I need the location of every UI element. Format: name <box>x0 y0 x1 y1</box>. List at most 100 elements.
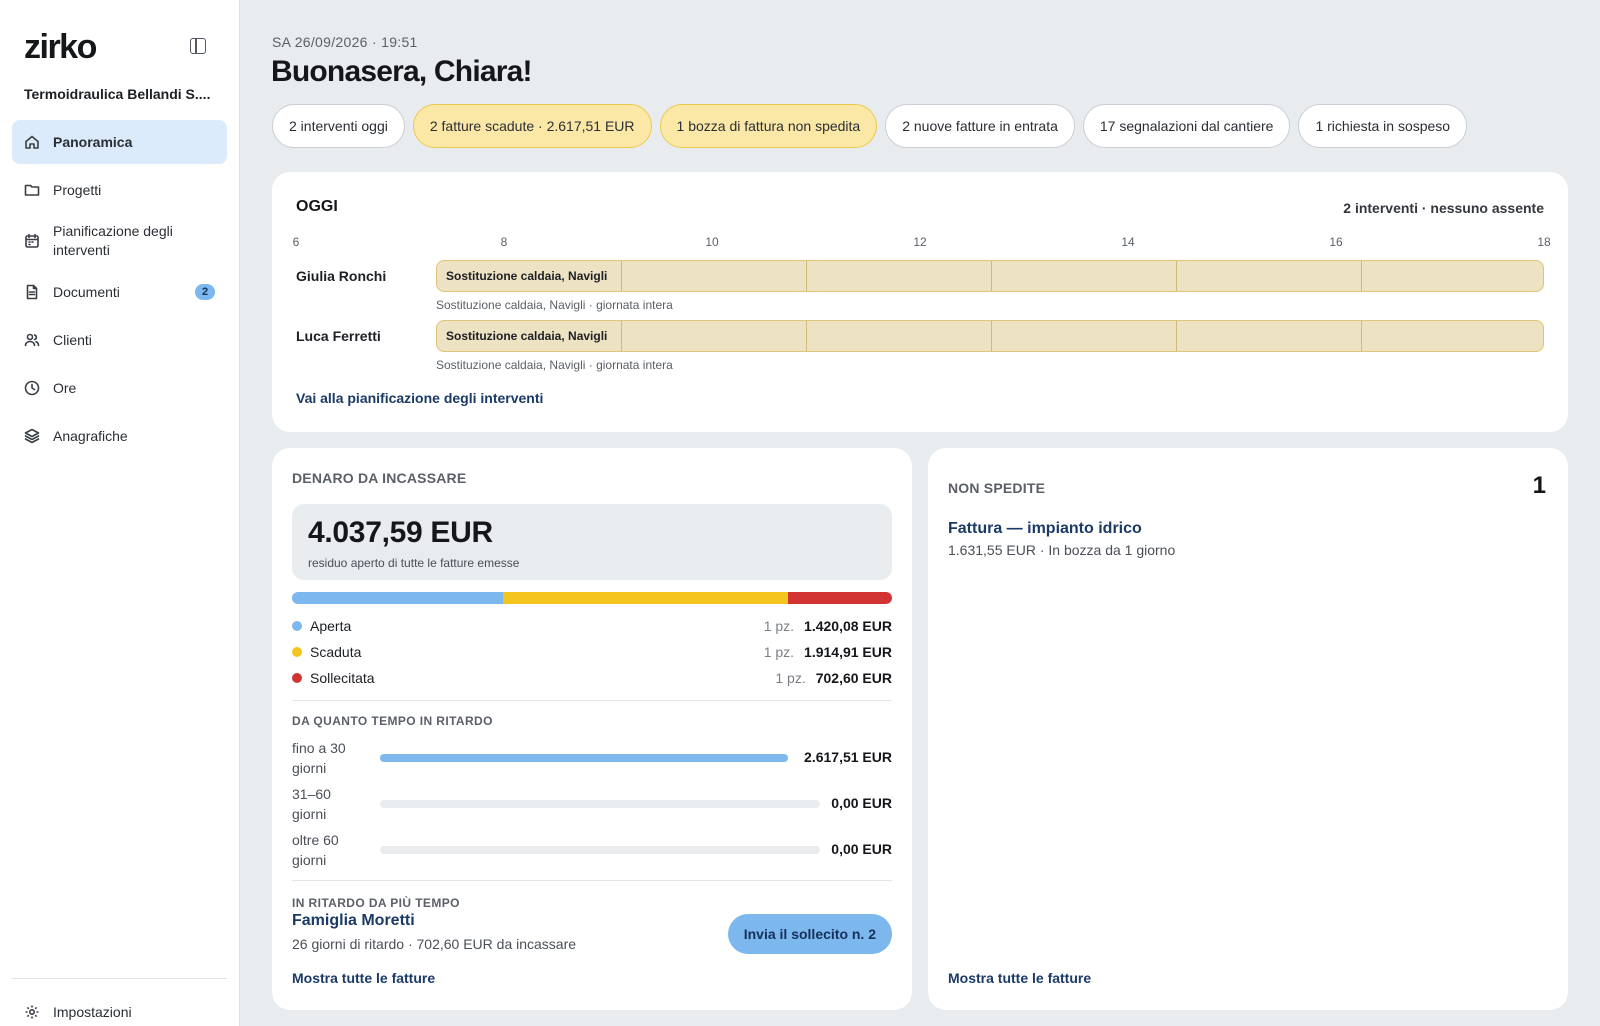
sidebar-item-label: Clienti <box>53 331 92 348</box>
page-title: Buonasera, Chiara! <box>271 55 532 88</box>
layers-icon <box>24 428 40 444</box>
technician-name[interactable]: Giulia Ronchi <box>296 268 386 284</box>
sidebar-item-label: Panoramica <box>53 133 133 150</box>
timeline-divider <box>621 261 622 291</box>
sidebar-item-panoramica[interactable]: Panoramica <box>12 120 227 164</box>
receivables-stacked-bar <box>292 592 892 604</box>
intervention-note: Sostituzione caldaia, Navigli · giornata… <box>436 358 673 372</box>
today-card: OGGI 2 interventi · nessuno assente 6 8 … <box>272 172 1568 432</box>
late-title: IN RITARDO DA PIÙ TEMPO <box>292 896 460 910</box>
invoice-meta: 1.631,55 EUR · In bozza da 1 giorno <box>948 542 1176 558</box>
sidebar-item-label: Impostazioni <box>53 1004 132 1020</box>
sidebar-item-documenti[interactable]: Documenti 2 <box>12 270 227 314</box>
intervention-label: Sostituzione caldaia, Navigli <box>446 329 608 343</box>
chip-bozza-non-spedita[interactable]: 1 bozza di fattura non spedita <box>659 104 878 148</box>
aging-value: 0,00 EUR <box>831 841 892 857</box>
late-client-name[interactable]: Famiglia Moretti <box>292 912 415 930</box>
hour-label: 10 <box>705 235 719 249</box>
sidebar-item-label: Anagrafiche <box>53 427 128 444</box>
aging-label: oltre 60 giorni <box>292 832 339 868</box>
aging-track <box>380 846 820 854</box>
hour-label: 8 <box>500 235 508 249</box>
aging-title: DA QUANTO TEMPO IN RITARDO <box>292 714 493 728</box>
aging-track <box>380 800 820 808</box>
sidebar-item-impostazioni[interactable]: Impostazioni <box>24 1004 132 1020</box>
aging-label: fino a 30 giorni <box>292 740 346 776</box>
today-summary: 2 interventi · nessuno assente <box>1343 200 1544 216</box>
sidebar-item-pianificazione[interactable]: Pianificazione degli interventi <box>12 216 227 266</box>
chip-fatture-in-entrata[interactable]: 2 nuove fatture in entrata <box>885 104 1075 148</box>
intervention-note: Sostituzione caldaia, Navigli · giornata… <box>436 298 673 312</box>
legend-row-aperta[interactable]: Aperta 1 pz. 1.420,08 EUR <box>292 616 892 636</box>
hour-label: 6 <box>292 235 300 249</box>
sidebar-divider <box>12 978 227 979</box>
total-amount: 4.037,59 EUR <box>308 516 493 549</box>
sidebar-item-ore[interactable]: Ore <box>12 366 227 410</box>
late-client-meta: 26 giorni di ritardo · 702,60 EUR da inc… <box>292 936 577 952</box>
clock-icon <box>24 380 40 396</box>
planning-link[interactable]: Vai alla pianificazione degli interventi <box>296 390 543 406</box>
aging-row: 31–60 giorni 0,00 EUR <box>292 784 892 824</box>
technician-name[interactable]: Luca Ferretti <box>296 328 381 344</box>
legend-quantity: 1 pz. <box>775 670 806 686</box>
hour-label: 16 <box>1329 235 1343 249</box>
timeline-divider <box>1176 261 1177 291</box>
chip-segnalazioni-cantiere[interactable]: 17 segnalazioni dal cantiere <box>1082 104 1291 148</box>
sidebar-collapse-icon[interactable] <box>190 38 206 54</box>
send-reminder-button[interactable]: Invia il sollecito n. 2 <box>727 914 892 954</box>
legend-row-sollecitata[interactable]: Sollecitata 1 pz. 702,60 EUR <box>292 668 892 688</box>
chip-richieste-sospeso[interactable]: 1 richiesta in sospeso <box>1298 104 1468 148</box>
timeline-divider <box>991 321 992 351</box>
document-icon <box>24 284 40 300</box>
timeline-divider <box>1361 261 1362 291</box>
sidebar-item-progetti[interactable]: Progetti <box>12 168 227 212</box>
users-icon <box>24 332 40 348</box>
timeline-divider <box>991 261 992 291</box>
legend-label: Aperta <box>310 618 352 634</box>
sidebar-nav: Panoramica Progetti Pianificazione degli… <box>12 120 227 462</box>
intervention-bar[interactable]: Sostituzione caldaia, Navigli <box>436 320 1544 352</box>
legend-label: Sollecitata <box>310 670 375 686</box>
chip-interventi-oggi[interactable]: 2 interventi oggi <box>272 104 405 148</box>
total-amount-caption: residuo aperto di tutte le fatture emess… <box>308 556 520 570</box>
gear-icon <box>25 1005 39 1019</box>
show-all-invoices-link[interactable]: Mostra tutte le fatture <box>948 970 1091 986</box>
unsent-card: NON SPEDITE 1 Fattura — impianto idrico … <box>928 448 1568 1010</box>
documents-count-badge: 2 <box>195 284 215 300</box>
timeline-divider <box>1176 321 1177 351</box>
legend-row-scaduta[interactable]: Scaduta 1 pz. 1.914,91 EUR <box>292 642 892 662</box>
unsent-title: NON SPEDITE <box>948 480 1046 496</box>
company-name[interactable]: Termoidraulica Bellandi S.... <box>24 86 224 102</box>
hour-label: 12 <box>913 235 927 249</box>
invoice-link[interactable]: Fattura — impianto idrico <box>948 520 1142 538</box>
hour-label: 18 <box>1537 235 1551 249</box>
sidebar-item-clienti[interactable]: Clienti <box>12 318 227 362</box>
app-logo[interactable]: zirko <box>24 28 97 67</box>
folder-icon <box>24 182 40 198</box>
stacked-bar-segment <box>787 592 892 604</box>
status-dot <box>292 673 302 683</box>
timeline-divider <box>621 321 622 351</box>
sidebar: zirko Termoidraulica Bellandi S.... Pano… <box>0 0 240 1026</box>
stacked-bar-segment <box>292 592 504 604</box>
sidebar-item-label: Documenti <box>53 283 120 300</box>
timeline-divider <box>806 261 807 291</box>
stacked-bar-segment <box>503 592 788 604</box>
sidebar-item-label: Ore <box>53 379 77 396</box>
today-title: OGGI <box>296 198 338 215</box>
show-all-invoices-link[interactable]: Mostra tutte le fatture <box>292 970 435 986</box>
timeline-divider <box>1361 321 1362 351</box>
aging-value: 2.617,51 EUR <box>804 749 892 765</box>
legend-quantity: 1 pz. <box>763 644 795 660</box>
aging-row: fino a 30 giorni 2.617,51 EUR <box>292 738 892 778</box>
chip-fatture-scadute[interactable]: 2 fatture scadute · 2.617,51 EUR <box>412 104 652 148</box>
section-divider <box>292 880 892 881</box>
current-datetime: SA 26/09/2026 · 19:51 <box>272 34 418 50</box>
sidebar-item-anagrafiche[interactable]: Anagrafiche <box>12 414 227 458</box>
intervention-bar[interactable]: Sostituzione caldaia, Navigli <box>436 260 1544 292</box>
aging-row: oltre 60 giorni 0,00 EUR <box>292 830 892 870</box>
legend-quantity: 1 pz. <box>763 618 795 634</box>
legend-value: 702,60 EUR <box>815 670 892 686</box>
aging-track <box>380 754 788 762</box>
hour-label: 14 <box>1121 235 1135 249</box>
